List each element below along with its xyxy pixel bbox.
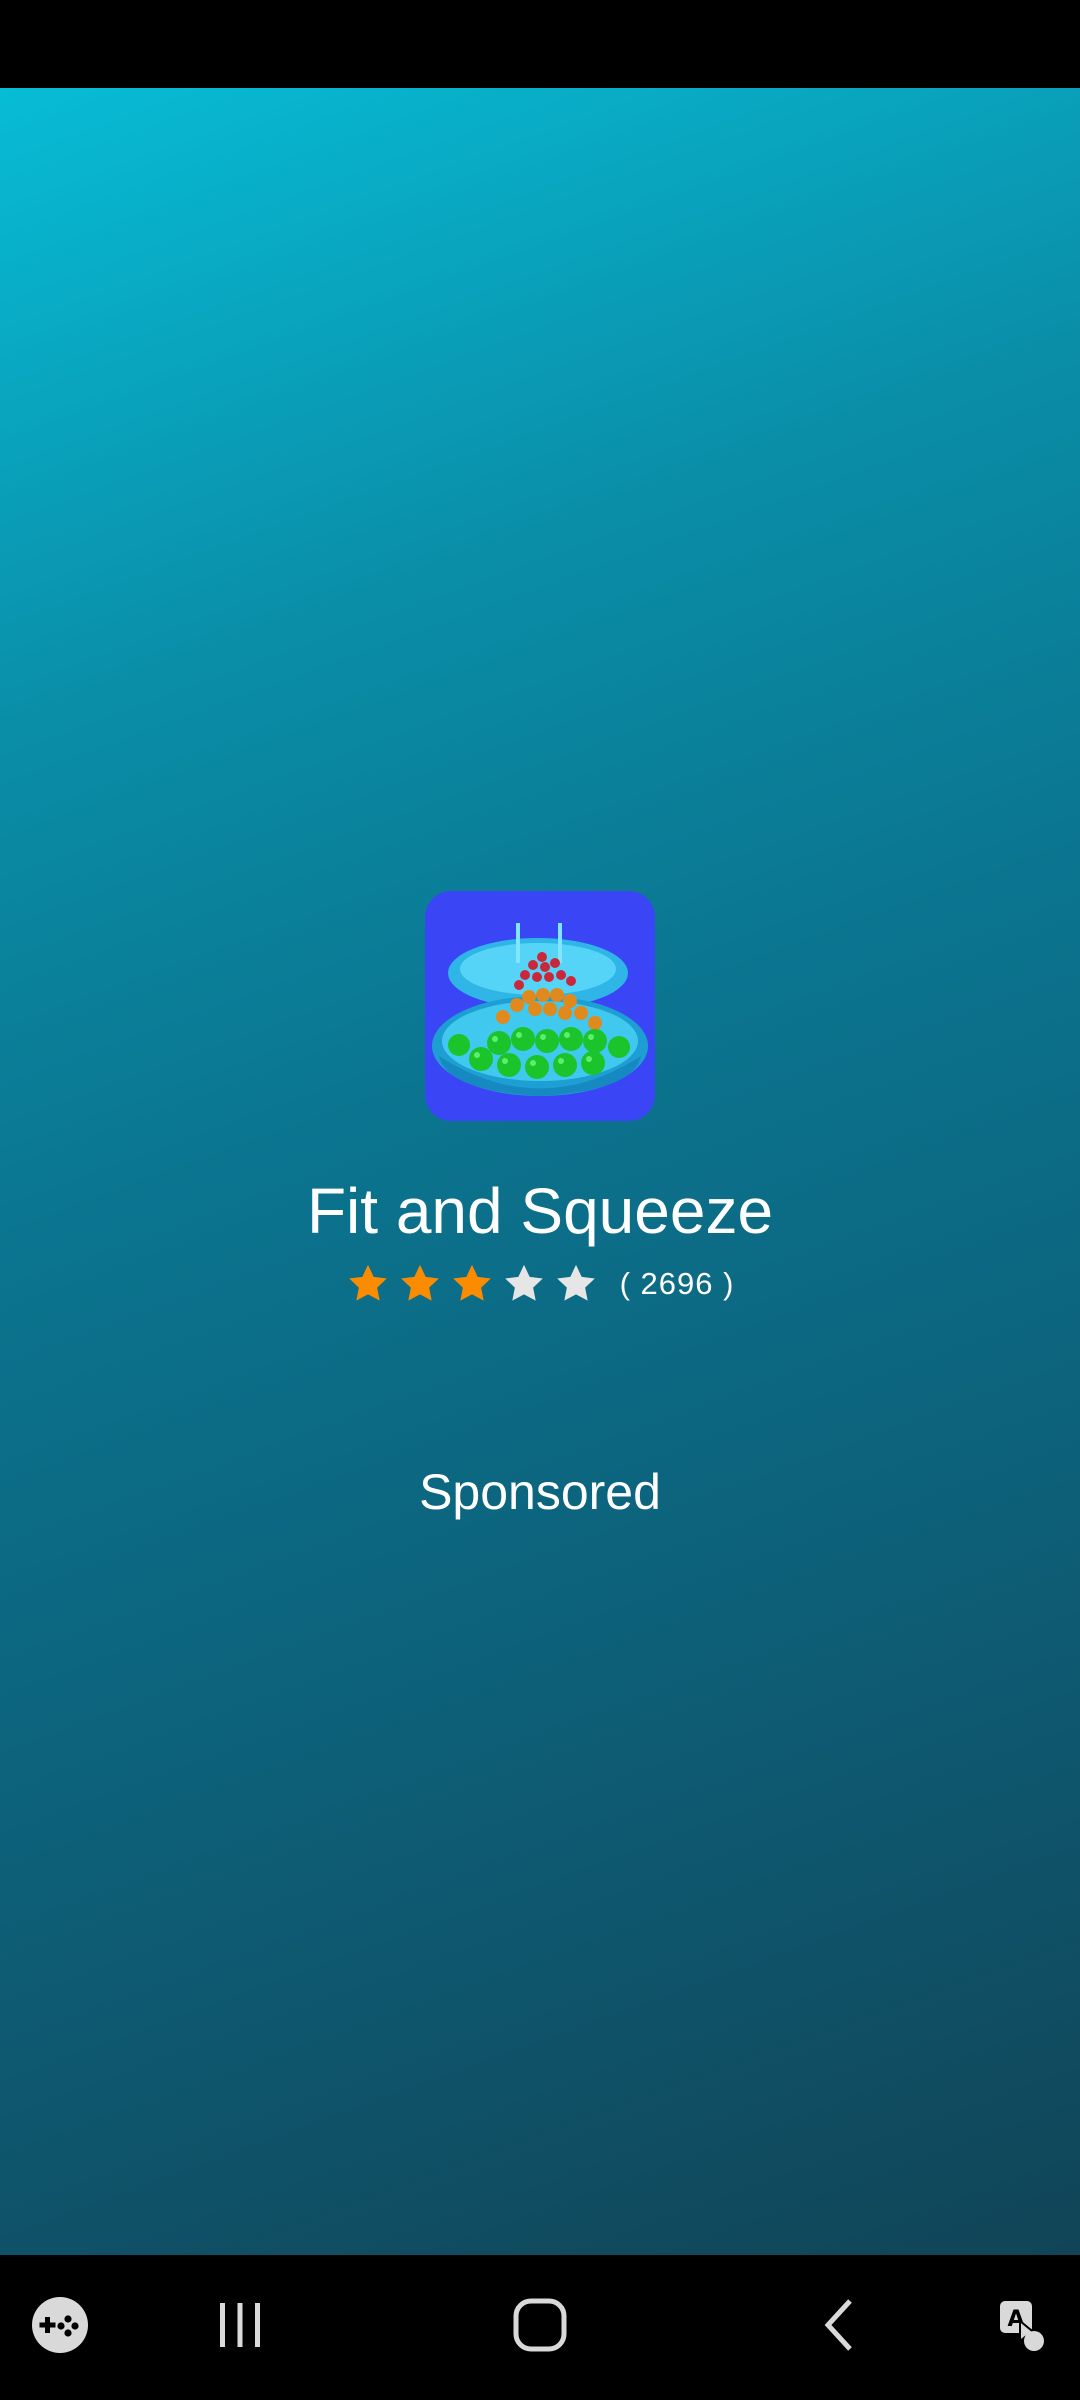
app-icon[interactable]: [425, 891, 655, 1121]
home-button[interactable]: [490, 2255, 590, 2400]
home-icon: [512, 2297, 568, 2358]
star-rating: [346, 1263, 598, 1305]
status-bar: [0, 0, 1080, 88]
sponsored-label: Sponsored: [419, 1464, 661, 1520]
star-icon: [450, 1263, 494, 1305]
game-launcher-button[interactable]: [18, 2255, 102, 2400]
back-button[interactable]: [790, 2255, 890, 2400]
game-controller-icon: [30, 2295, 90, 2360]
back-icon: [820, 2297, 860, 2358]
rating-count: ( 2696 ): [619, 1266, 735, 1301]
app-title[interactable]: Fit and Squeeze: [0, 1173, 1080, 1249]
recents-button[interactable]: [190, 2255, 290, 2400]
ad-screen[interactable]: Fit and Squeeze ( 2696 ) Sponsored: [0, 88, 1080, 2255]
accessibility-icon: A: [990, 2295, 1050, 2360]
star-icon: [554, 1263, 598, 1305]
star-icon: [502, 1263, 546, 1305]
recents-icon: [214, 2299, 266, 2356]
rating-row: ( 2696 ): [0, 1263, 1080, 1305]
accessibility-button[interactable]: A: [975, 2255, 1065, 2400]
star-icon: [346, 1263, 390, 1305]
star-icon: [398, 1263, 442, 1305]
navigation-bar: A: [0, 2255, 1080, 2400]
